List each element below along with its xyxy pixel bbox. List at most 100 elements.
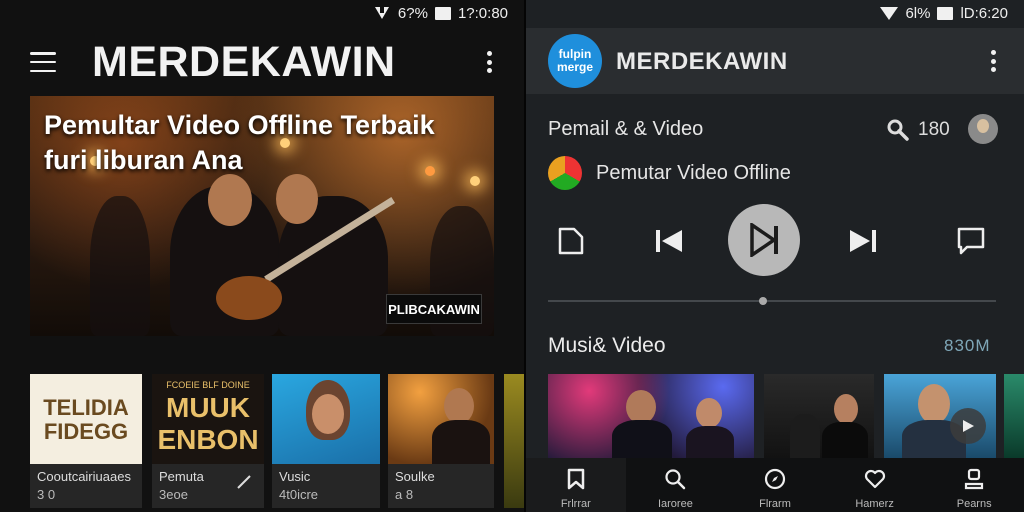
progress-slider[interactable] [548,297,996,305]
guitar-icon [216,276,282,320]
menu-icon[interactable] [30,52,56,72]
hero-banner[interactable]: Pemultar Video Offline Terbaik furi libu… [30,96,494,336]
search-icon[interactable] [886,118,910,142]
result-count: 180 [918,119,950,140]
singer-head [208,174,252,226]
comment-icon[interactable] [952,222,990,260]
clock: 1?:0:80 [457,4,508,22]
thumbnail-caption: Vusic 4t0icre [272,464,380,508]
singer-body [432,420,490,464]
app-row-label[interactable]: Pemutar Video Offline [596,162,791,185]
bookmark-icon [567,468,585,490]
singer-face [444,388,474,424]
thumbnail-art: FCOEIE BLF DOINE MUUK ENBON [152,374,264,464]
right-phone-screen: 6l% lD:6:20 fulpin merge MERDEKAWIN Pema… [526,0,1024,512]
section-count: 830M [944,336,991,355]
thumbnail-row-left: TELIDIA FIDEGG Cooutcairiuaaes 3 0 FCOEI… [30,374,524,512]
video-thumbnail[interactable] [548,374,754,458]
nav-label: Pearns [956,498,992,510]
thumbnail-card[interactable]: Vusic 4t0icre [272,374,380,508]
status-bar-left: 6?% 1?:0:80 [373,0,508,26]
bottom-navigation: Frlrrar Iaroree Flrarm Hamerz Pearns [526,458,1024,512]
thumbnail-row-right [548,374,1024,458]
person-silhouette [790,414,820,458]
avatar[interactable] [968,114,998,144]
nav-item-search[interactable]: Iaroree [626,458,726,512]
thumbnail-card[interactable]: TELIDIA FIDEGG Cooutcairiuaaes 3 0 [30,374,142,508]
nav-label: Flrarm [759,498,791,510]
thumbnail-card-partial[interactable] [504,374,524,508]
nav-label: Frlrrar [560,498,591,510]
nav-label: Iaroree [657,498,693,510]
video-thumbnail-partial[interactable] [1004,374,1024,458]
app-logo: fulpin merge [548,34,602,88]
more-options-icon[interactable] [990,50,996,72]
person-body [822,422,868,458]
guitarist-head [276,174,318,224]
hero-title-line2: furi liburan Ana [44,145,243,175]
wifi-icon [880,6,899,20]
nav-item-explore[interactable]: Flrarm [725,458,825,512]
thumbnail-label: Vusic [279,469,311,484]
thumbnail-label: Cooutcairiuaaes [37,469,131,484]
more-options-icon[interactable] [486,51,492,73]
app-logo-text: fulpin merge [556,47,594,74]
clock: lD:6:20 [960,4,1008,22]
search-icon [665,469,686,490]
person-face [918,384,950,424]
progress-handle[interactable] [759,297,768,305]
thumbnail-caption: Cooutcairiuaaes 3 0 [30,464,142,508]
play-pause-button[interactable] [728,204,800,276]
nav-item-favorites[interactable]: Hamerz [825,458,925,512]
status-bar-right: 6l% lD:6:20 [880,0,1008,26]
play-icon [963,420,974,432]
thumbnail-sub: a 8 [395,487,414,502]
battery-percent: 6?% [397,4,428,22]
hero-title: Pemultar Video Offline Terbaik furi libu… [44,108,484,178]
section-header: Pemail & & Video [548,118,704,140]
folder-icon[interactable] [552,222,590,260]
video-thumbnail[interactable] [764,374,874,458]
app-icon [548,156,582,190]
thumbnail-art: TELIDIA FIDEGG [30,374,142,464]
previous-icon[interactable] [650,222,688,260]
singer-body [686,426,734,458]
singer-face [626,390,656,424]
thumbnail-card[interactable]: Soulke a 8 [388,374,494,508]
battery-percent: 6l% [905,4,931,22]
thumbnail-label: Soulke [395,469,435,484]
band-member-silhouette [90,196,150,336]
thumbnail-art-text: MUUK ENBON [157,392,259,455]
edit-icon[interactable] [236,474,252,490]
nav-label: Hamerz [855,498,894,510]
video-thumbnail[interactable] [884,374,996,458]
left-phone-screen: 6?% 1?:0:80 MERDEKAWIN Pemultar Video Of… [0,0,524,512]
singer-body [612,420,672,458]
thumbnail-sub: 3 0 [37,487,56,502]
next-icon[interactable] [844,222,882,260]
explore-icon [764,468,786,490]
thumbnail-art [272,374,380,464]
singer-face [696,398,722,428]
battery-icon [937,6,954,20]
person-face [834,394,858,424]
heart-icon [864,469,885,489]
thumbnail-sub: 4t0icre [279,487,319,502]
play-overlay-button[interactable] [950,408,986,444]
nav-item-profile[interactable]: Pearns [924,458,1024,512]
play-icon [750,223,778,257]
hero-badge: PLIBCAKAWIN [386,294,482,324]
app-title: MERDEKAWIN [92,38,396,86]
thumbnail-art-text: TELIDIA FIDEGG [43,395,129,444]
app-bar-left: MERDEKAWIN [0,30,524,94]
battery-icon [434,6,451,20]
nav-item-library[interactable]: Frlrrar [526,458,626,512]
app-bar-right: fulpin merge MERDEKAWIN [526,28,1024,94]
signal-icon [374,5,389,19]
hero-title-line1: Pemultar Video Offline Terbaik [44,110,435,140]
section-title: Musi& Video [548,334,666,357]
thumbnail-art [388,374,494,464]
thumbnail-caption: Soulke a 8 [388,464,494,508]
thumbnail-card[interactable]: FCOEIE BLF DOINE MUUK ENBON Pemuta 3eoe [152,374,264,508]
portrait-face [312,394,344,434]
